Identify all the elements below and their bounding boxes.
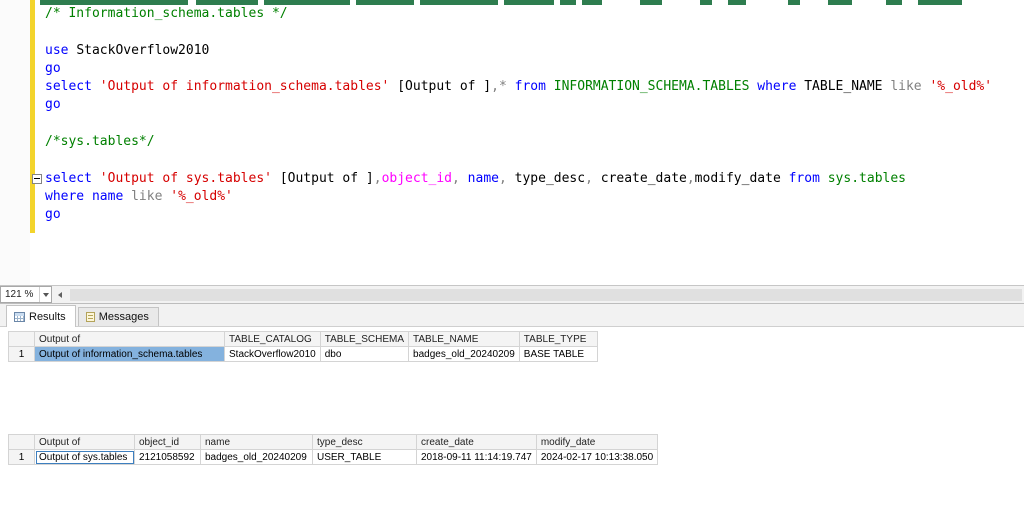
sql-query-editor[interactable]: /* Information_schema.tables */ use Stack…: [0, 0, 1024, 286]
column-header[interactable]: TABLE_SCHEMA: [320, 332, 408, 347]
code-token: ,: [687, 171, 695, 186]
code-token: go: [45, 61, 61, 76]
code-token: /* Information_schema.tables */: [45, 6, 288, 21]
code-area[interactable]: /* Information_schema.tables */ use Stack…: [0, 5, 1024, 225]
code-token: ,: [491, 79, 499, 94]
tab-results[interactable]: Results: [6, 305, 76, 327]
chevron-down-icon[interactable]: [39, 287, 51, 302]
column-header[interactable]: TABLE_NAME: [409, 332, 520, 347]
code-token: from: [789, 171, 828, 186]
code-token: ,: [374, 171, 382, 186]
code-token: [Output of ]: [280, 171, 374, 186]
code-token: ,: [452, 171, 468, 186]
grid-cell[interactable]: 2024-02-17 10:13:38.050: [536, 450, 657, 465]
code-token: go: [45, 97, 61, 112]
fold-collapse-icon[interactable]: [32, 174, 42, 184]
column-header[interactable]: object_id: [135, 435, 201, 450]
code-token: like: [131, 189, 170, 204]
column-header[interactable]: TABLE_CATALOG: [225, 332, 321, 347]
grid-cell[interactable]: dbo: [320, 347, 408, 362]
code-line[interactable]: go: [45, 60, 1024, 78]
column-header[interactable]: type_desc: [313, 435, 417, 450]
column-header[interactable]: modify_date: [536, 435, 657, 450]
code-token: modify_date: [695, 171, 789, 186]
grid-cell[interactable]: StackOverflow2010: [225, 347, 321, 362]
code-line[interactable]: /*sys.tables*/: [45, 133, 1024, 151]
code-line[interactable]: where name like '%_old%': [45, 188, 1024, 206]
scroll-left-icon[interactable]: [52, 286, 68, 303]
results-pane: Output ofTABLE_CATALOGTABLE_SCHEMATABLE_…: [0, 327, 1024, 510]
grid-cell[interactable]: Output of information_schema.tables: [35, 347, 225, 362]
code-token: object_id: [382, 171, 452, 186]
horizontal-scrollbar[interactable]: [52, 286, 1024, 303]
scrollbar-thumb[interactable]: [70, 289, 1022, 301]
code-token: ,: [585, 171, 601, 186]
code-token: [Output of ]: [397, 79, 491, 94]
column-header[interactable]: create_date: [417, 435, 537, 450]
results-grid-information-schema[interactable]: Output ofTABLE_CATALOGTABLE_SCHEMATABLE_…: [8, 331, 598, 362]
code-line[interactable]: select 'Output of sys.tables' [Output of…: [45, 170, 1024, 188]
header-row: Output ofTABLE_CATALOGTABLE_SCHEMATABLE_…: [9, 332, 598, 347]
column-header[interactable]: Output of: [35, 435, 135, 450]
grid-cell[interactable]: badges_old_20240209: [201, 450, 313, 465]
code-line[interactable]: select 'Output of information_schema.tab…: [45, 78, 1024, 96]
row-header-corner[interactable]: [9, 435, 35, 450]
code-line[interactable]: [45, 151, 1024, 169]
row-number[interactable]: 1: [9, 450, 35, 465]
grid-cell[interactable]: 2018-09-11 11:14:19.747: [417, 450, 537, 465]
code-token: /*sys.tables*/: [45, 134, 155, 149]
code-token: where: [45, 189, 92, 204]
row-header-corner[interactable]: [9, 332, 35, 347]
zoom-level-combo[interactable]: 121 %: [0, 286, 52, 303]
column-header[interactable]: name: [201, 435, 313, 450]
code-token: name: [468, 171, 499, 186]
tab-messages[interactable]: Messages: [78, 307, 159, 326]
grid-cell[interactable]: USER_TABLE: [313, 450, 417, 465]
table-row: 1Output of sys.tables2121058592badges_ol…: [9, 450, 658, 465]
code-token: '%_old%': [929, 79, 992, 94]
code-line[interactable]: go: [45, 206, 1024, 224]
code-token: *: [499, 79, 515, 94]
tab-results-label: Results: [29, 311, 66, 323]
grid-cell[interactable]: badges_old_20240209: [409, 347, 520, 362]
zoom-level-value: 121 %: [5, 289, 33, 300]
code-token: where: [757, 79, 804, 94]
code-line[interactable]: [45, 115, 1024, 133]
tab-messages-label: Messages: [99, 311, 149, 323]
code-token: 'Output of information_schema.tables': [100, 79, 397, 94]
row-number[interactable]: 1: [9, 347, 35, 362]
code-line[interactable]: go: [45, 96, 1024, 114]
code-token: create_date: [601, 171, 687, 186]
results-tab-strip: Results Messages: [0, 304, 1024, 327]
header-row: Output ofobject_idnametype_desccreate_da…: [9, 435, 658, 450]
code-token: '%_old%': [170, 189, 233, 204]
messages-icon: [86, 312, 95, 322]
code-token: 'Output of sys.tables': [100, 171, 280, 186]
grid-cell[interactable]: BASE TABLE: [519, 347, 597, 362]
column-header[interactable]: Output of: [35, 332, 225, 347]
code-line[interactable]: /* Information_schema.tables */: [45, 5, 1024, 23]
code-line[interactable]: [45, 23, 1024, 41]
grid-cell[interactable]: 2121058592: [135, 450, 201, 465]
code-token: sys.tables: [828, 171, 906, 186]
code-token: use: [45, 43, 76, 58]
grid-cell[interactable]: Output of sys.tables: [35, 450, 135, 465]
code-token: type_desc: [515, 171, 585, 186]
results-grid-sys-tables[interactable]: Output ofobject_idnametype_desccreate_da…: [8, 434, 658, 465]
code-token: go: [45, 207, 61, 222]
code-token: from: [515, 79, 554, 94]
code-token: select: [45, 171, 100, 186]
results-grid-icon: [14, 312, 25, 322]
column-header[interactable]: TABLE_TYPE: [519, 332, 597, 347]
code-token: TABLE_NAME: [804, 79, 890, 94]
code-line[interactable]: use StackOverflow2010: [45, 42, 1024, 60]
editor-bottom-bar: 121 %: [0, 286, 1024, 304]
table-row: 1Output of information_schema.tablesStac…: [9, 347, 598, 362]
code-token: select: [45, 79, 100, 94]
code-token: INFORMATION_SCHEMA.TABLES: [554, 79, 758, 94]
code-token: like: [890, 79, 929, 94]
code-token: ,: [499, 171, 515, 186]
code-token: name: [92, 189, 131, 204]
code-token: StackOverflow2010: [76, 43, 209, 58]
